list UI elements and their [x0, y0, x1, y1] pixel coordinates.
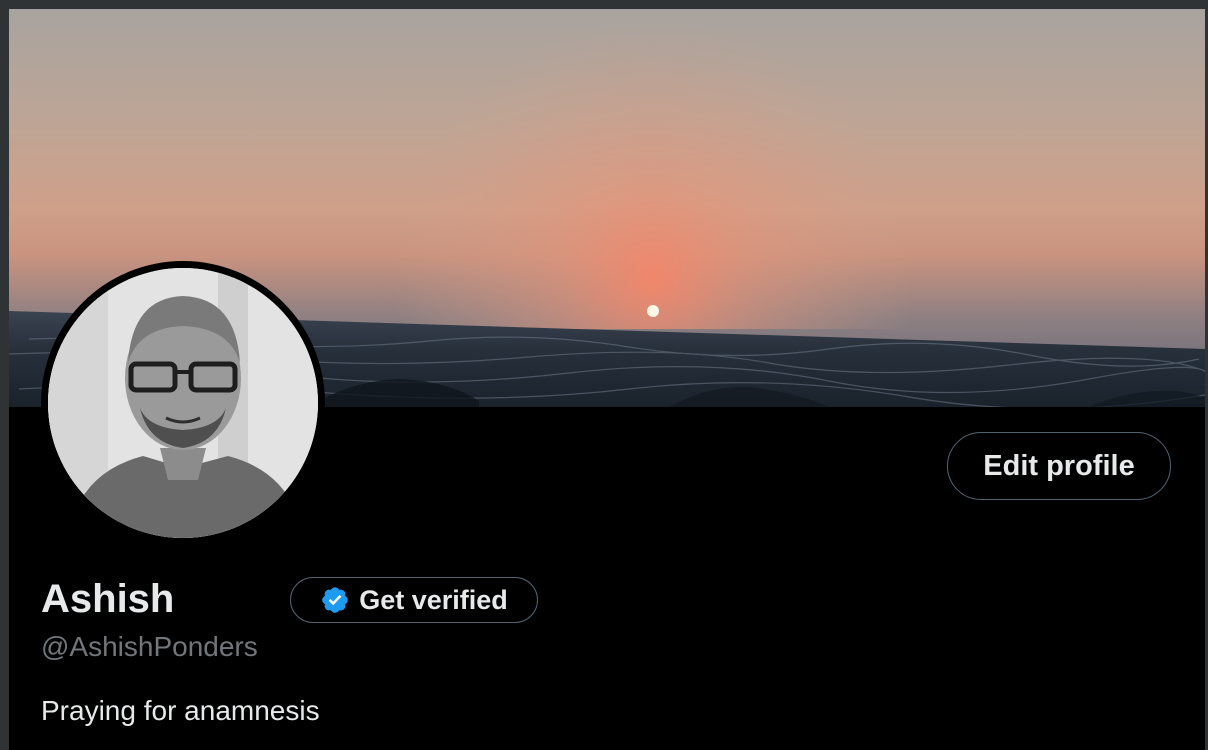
- get-verified-label: Get verified: [359, 584, 508, 615]
- display-name: Ashish: [41, 577, 175, 621]
- get-verified-button[interactable]: Get verified: [290, 577, 538, 623]
- profile-handle: @AshishPonders: [41, 631, 258, 662]
- profile-bio: Praying for anamnesis: [41, 695, 320, 726]
- avatar-photo: [48, 268, 318, 538]
- edit-profile-label: Edit profile: [983, 449, 1135, 482]
- edit-profile-button[interactable]: Edit profile: [947, 432, 1171, 500]
- profile-avatar[interactable]: [41, 261, 325, 545]
- app-frame: Edit profile Ashish Get verified @Ashish…: [0, 0, 1208, 750]
- profile-header: Edit profile Ashish Get verified @Ashish…: [9, 9, 1205, 750]
- verified-badge-icon: [320, 585, 350, 615]
